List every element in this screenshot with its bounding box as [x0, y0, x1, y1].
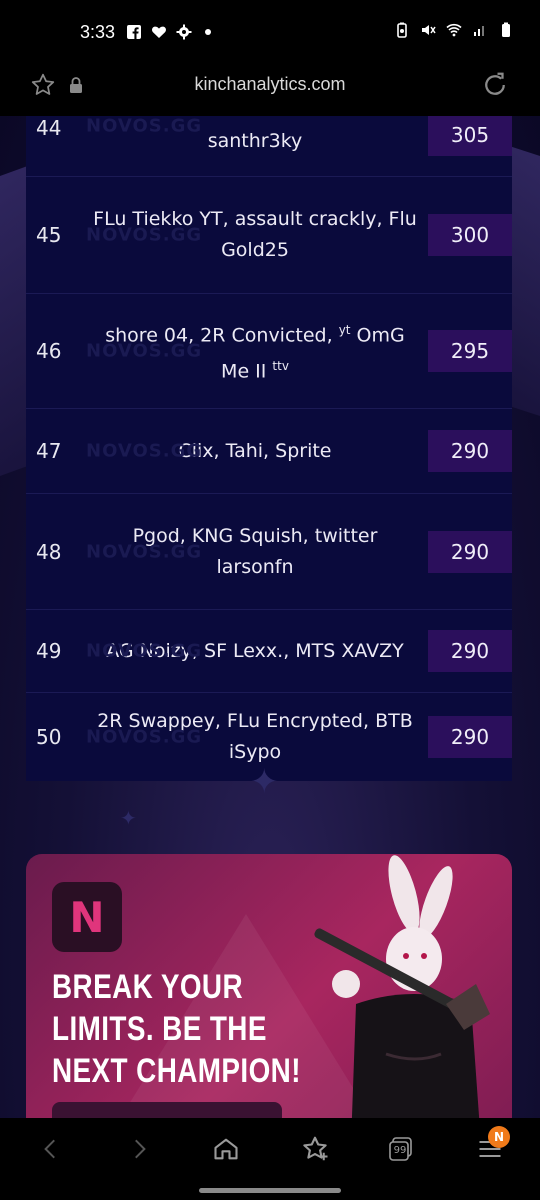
rank-cell: 48	[36, 539, 62, 564]
table-row: NOVOS.GG 45 FLu Tiekko YT, assault crack…	[26, 177, 512, 294]
rank-cell: 47	[36, 439, 62, 463]
brand-logo: N	[52, 882, 122, 952]
table-row: NOVOS.GG 48 Pgod, KNG Squish, twitter la…	[26, 494, 512, 610]
browser-url-bar: kinchanalytics.com	[0, 64, 540, 116]
notification-badge: N	[488, 1126, 510, 1148]
table-row: NOVOS.GG 49 AG Noizy, SF Lexx., MTS XAVZ…	[26, 610, 512, 693]
url-text[interactable]: kinchanalytics.com	[0, 74, 540, 95]
promo-banner[interactable]: N BREAK YOUR LIMITS. BE THE NEXT CHAMPIO…	[26, 854, 512, 1118]
page-content: NOVOS.GG 44 santhr3ky 305 NOVOS.GG 45 FL…	[0, 116, 540, 1118]
gesture-home-bar[interactable]	[199, 1188, 341, 1193]
points-cell: 290	[428, 430, 512, 472]
home-icon[interactable]	[212, 1134, 240, 1164]
table-row: NOVOS.GG 47 Clix, Tahi, Sprite 290	[26, 409, 512, 494]
rank-cell: 49	[36, 639, 62, 663]
promo-cta-button[interactable]	[52, 1102, 282, 1118]
points-cell: 305	[428, 116, 512, 156]
wifi-icon	[446, 23, 462, 37]
table-row: NOVOS.GG 46 shore 04, 2R Convicted, yt O…	[26, 294, 512, 409]
leaderboard-table: NOVOS.GG 44 santhr3ky 305 NOVOS.GG 45 FL…	[26, 116, 512, 781]
bookmarks-star-icon[interactable]	[300, 1134, 330, 1164]
table-row: NOVOS.GG 44 santhr3ky 305	[26, 116, 512, 177]
rank-cell: 45	[36, 223, 62, 247]
signal-icon	[474, 26, 484, 36]
background-decor-right	[510, 146, 540, 426]
sparkle-icon: ✦	[120, 806, 137, 830]
team-names-cell: santhr3ky	[207, 129, 303, 152]
rank-cell: 50	[36, 725, 62, 749]
status-bar: 3:33	[0, 0, 540, 64]
rank-cell: 46	[36, 339, 62, 363]
team-names-cell: AG Noizy, SF Lexx., MTS XAVZY	[106, 639, 404, 662]
team-names-cell: Pgod, KNG Squish, twitter larsonfn	[132, 524, 378, 578]
reload-icon[interactable]	[480, 70, 510, 100]
points-cell: 290	[428, 630, 512, 672]
facebook-icon	[127, 25, 141, 39]
settings-gear-icon	[176, 24, 192, 40]
team-names-cell: Clix, Tahi, Sprite	[178, 439, 332, 462]
bunny-mascot-illustration	[314, 855, 490, 1118]
tabs-count: 99	[393, 1145, 407, 1156]
points-cell: 300	[428, 214, 512, 256]
promo-headline: BREAK YOUR LIMITS. BE THE NEXT CHAMPION!	[52, 968, 301, 1090]
back-arrow-icon[interactable]	[38, 1134, 64, 1164]
team-names-cell: 2R Swappey, FLu Encrypted, BTB iSypo	[97, 710, 413, 763]
points-cell: 295	[428, 330, 512, 372]
points-cell: 290	[428, 530, 512, 573]
dot-icon	[205, 29, 211, 35]
mute-icon	[422, 25, 436, 35]
rank-cell: 44	[36, 116, 62, 140]
heart-icon	[152, 26, 166, 38]
points-cell: 290	[428, 716, 512, 758]
sparkle-icon: ✦	[250, 762, 279, 802]
tabs-icon[interactable]: 99	[388, 1136, 414, 1162]
team-names-cell: shore 04, 2R Convicted, yt OmG Me II ttv	[105, 322, 405, 383]
battery-saver-icon	[397, 22, 407, 38]
battery-icon	[502, 22, 510, 37]
team-names-cell: FLu Tiekko YT, assault crackly, Flu Gold…	[93, 208, 417, 261]
status-time: 3:33	[80, 22, 116, 42]
forward-arrow-icon[interactable]	[126, 1134, 152, 1164]
